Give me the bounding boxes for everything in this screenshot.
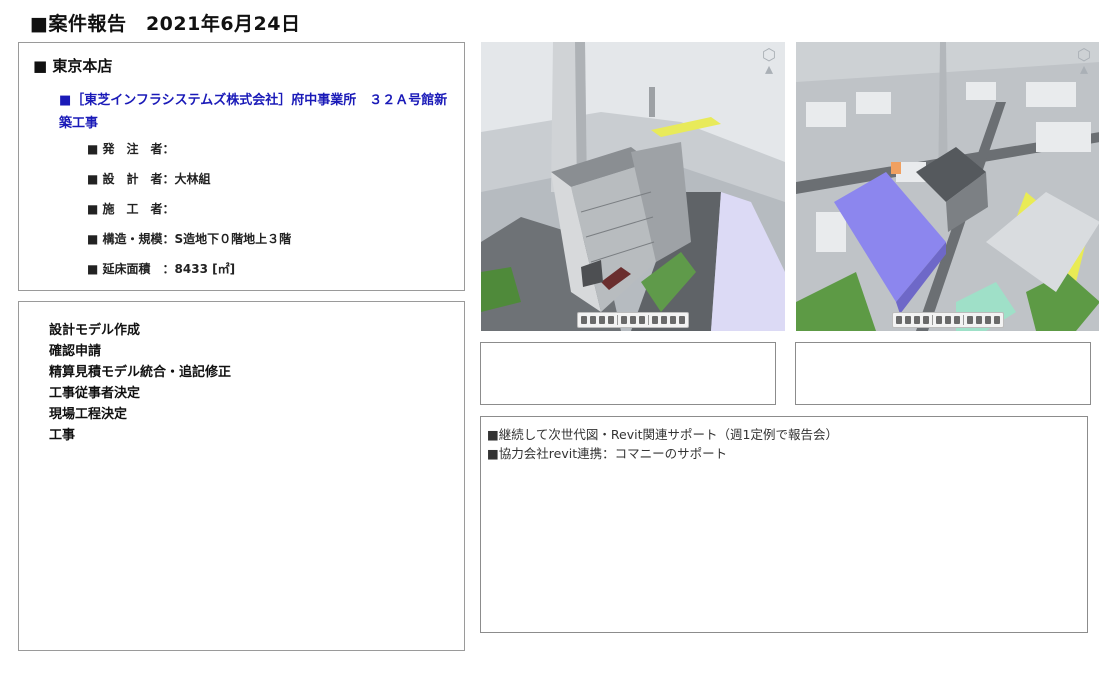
model-render-aerial [796,42,1099,331]
viewer-toolbar[interactable] [892,312,1004,328]
workflow-steps-panel: 設計モデル作成 確認申請 精算見積モデル統合・追記修正 工事従事者決定 現場工程… [18,301,465,651]
step-item: 工事従事者決定 [49,386,141,401]
project-details: ■ 発 注 者： ■ 設 計 者：大林組 ■ 施 工 者： ■ 構造・規模：S造… [87,141,291,291]
note-line: ■協力会社revit連携：コマニーのサポート [487,446,728,461]
viewer-toolbar[interactable] [577,312,689,328]
model-view-street[interactable]: ⬡ ▴ [481,42,785,331]
pan-icon[interactable] [590,316,596,324]
step-item: 確認申請 [49,344,102,359]
orbit-icon[interactable] [581,316,587,324]
settings-icon[interactable] [670,316,676,324]
orbit-icon[interactable] [896,316,902,324]
toolbar-divider [648,315,649,325]
fullscreen-icon[interactable] [994,316,1000,324]
properties-icon[interactable] [976,316,982,324]
viewcube-icon[interactable]: ⬡ ▴ [1074,47,1094,77]
step-item: 設計モデル作成 [49,323,141,338]
walk-icon[interactable] [923,316,929,324]
toolbar-divider [932,315,933,325]
detail-designer: ■ 設 計 者：大林組 [87,172,211,186]
model-render-street [481,42,785,331]
detail-client: ■ 発 注 者： [87,142,175,156]
project-name: ■［東芝インフラシステムズ株式会社］府中事業所 ３２Ａ号館新築工事 [59,93,448,131]
fullscreen-icon[interactable] [679,316,685,324]
measure-icon[interactable] [936,316,942,324]
section-icon[interactable] [945,316,951,324]
settings-icon[interactable] [985,316,991,324]
project-info-panel: ■ 東京本店 ■［東芝インフラシステムズ株式会社］府中事業所 ３２Ａ号館新築工事… [18,42,465,291]
pan-icon[interactable] [905,316,911,324]
detail-floor-area: ■ 延床面積 ：8433 [㎡] [87,262,236,276]
section-icon[interactable] [630,316,636,324]
zoom-icon[interactable] [914,316,920,324]
caption-box-right[interactable] [795,342,1091,405]
step-item: 精算見積モデル統合・追記修正 [49,365,232,380]
toolbar-divider [963,315,964,325]
steps-list: 設計モデル作成 確認申請 精算見積モデル統合・追記修正 工事従事者決定 現場工程… [49,322,231,448]
model-browser-icon[interactable] [967,316,973,324]
explode-icon[interactable] [639,316,645,324]
viewcube-icon[interactable]: ⬡ ▴ [759,47,779,77]
model-browser-icon[interactable] [652,316,658,324]
step-item: 現場工程決定 [49,407,128,422]
step-item: 工事 [49,428,76,443]
model-view-aerial[interactable]: ⬡ ▴ [796,42,1099,331]
office-name: ■ 東京本店 [33,57,113,75]
measure-icon[interactable] [621,316,627,324]
notes-box[interactable]: ■継続して次世代図・Revit関連サポート（週1定例で報告会） ■協力会社rev… [480,416,1088,633]
note-line: ■継続して次世代図・Revit関連サポート（週1定例で報告会） [487,427,838,442]
properties-icon[interactable] [661,316,667,324]
toolbar-divider [617,315,618,325]
page-title: ■案件報告 2021年6月24日 [30,13,301,35]
detail-contractor: ■ 施 工 者： [87,202,175,216]
walk-icon[interactable] [608,316,614,324]
detail-structure: ■ 構造・規模：S造地下０階地上３階 [87,232,292,246]
zoom-icon[interactable] [599,316,605,324]
caption-box-left[interactable] [480,342,776,405]
explode-icon[interactable] [954,316,960,324]
